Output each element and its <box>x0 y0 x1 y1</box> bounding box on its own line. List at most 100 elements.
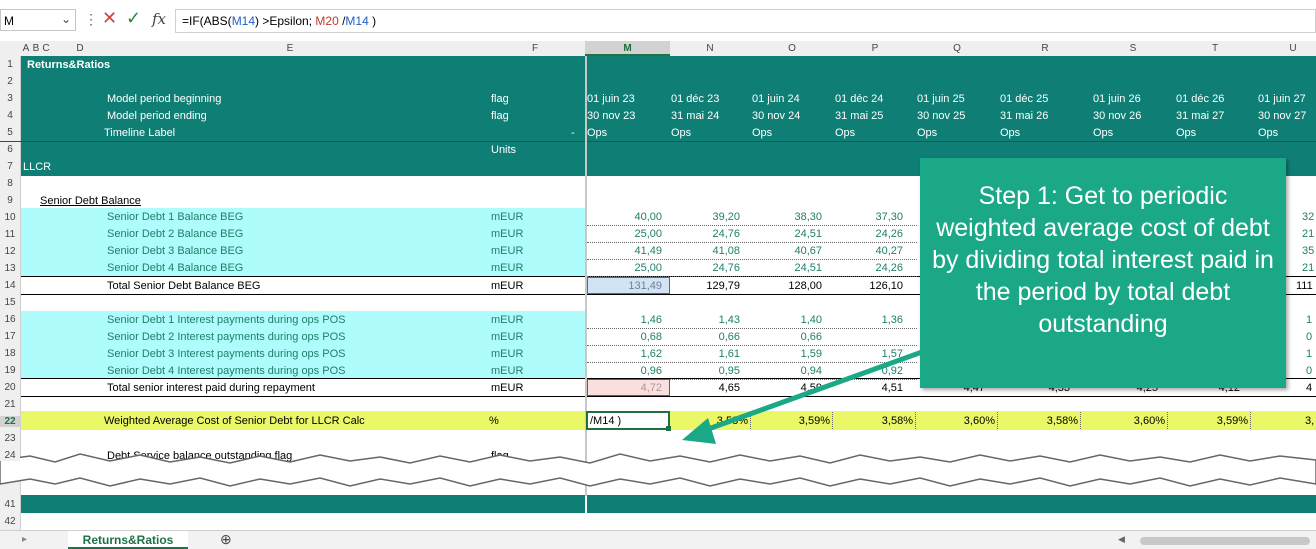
balance-cell[interactable]: 37,30 <box>833 211 903 223</box>
balance-cell[interactable]: 41,08 <box>670 245 740 257</box>
balance-cell-tail[interactable]: 32 <box>1302 211 1314 223</box>
col-header-f[interactable]: F <box>520 43 550 54</box>
interest-cell[interactable]: 1,62 <box>592 348 662 360</box>
col-header-t[interactable]: T <box>1195 43 1235 54</box>
active-cell-m22[interactable]: /M14 ) <box>586 411 670 430</box>
col-header-d[interactable]: D <box>70 43 90 54</box>
row-header[interactable]: 8 <box>0 178 20 189</box>
col-header-n[interactable]: N <box>690 43 730 54</box>
insert-function-icon[interactable]: fx <box>152 10 166 28</box>
formula-ref-m14: M14 <box>231 14 256 28</box>
total-balance-cell[interactable]: 129,79 <box>670 280 740 292</box>
balance-cell[interactable]: 40,27 <box>833 245 903 257</box>
tab-returns-ratios[interactable]: Returns&Ratios <box>68 531 188 549</box>
row-header[interactable]: 10 <box>0 212 20 223</box>
horizontal-scrollbar[interactable] <box>1140 537 1310 545</box>
wacd-tail[interactable]: 3, <box>1305 415 1314 427</box>
row-header[interactable]: 41 <box>0 499 20 510</box>
total-balance-cell[interactable]: 128,00 <box>752 280 822 292</box>
row-header[interactable]: 6 <box>0 144 20 155</box>
period-timeline-7: Ops <box>1176 127 1197 139</box>
interest-cell[interactable]: 1,46 <box>592 314 662 326</box>
row-header[interactable]: 15 <box>0 297 20 308</box>
interest-cell-tail[interactable]: 1 <box>1306 314 1312 326</box>
wacd-cell[interactable]: 3,60% <box>1095 415 1165 427</box>
step-callout: Step 1: Get to periodic weighted average… <box>920 158 1286 388</box>
row-header[interactable]: 5 <box>0 127 20 138</box>
balance-cell[interactable]: 40,00 <box>592 211 662 223</box>
interest-cell[interactable]: 1,43 <box>670 314 740 326</box>
wacd-cell[interactable]: 3,59% <box>1178 415 1248 427</box>
col-header-c[interactable]: C <box>42 43 50 54</box>
balance-cell[interactable]: 39,20 <box>670 211 740 223</box>
enter-icon[interactable]: ✓ <box>126 8 141 29</box>
col-header-q[interactable]: Q <box>937 43 977 54</box>
row-header[interactable]: 12 <box>0 246 20 257</box>
row-header[interactable]: 23 <box>0 433 20 444</box>
row-header[interactable]: 24 <box>0 450 20 461</box>
col-header-a[interactable]: A <box>22 43 30 54</box>
balance-cell-tail[interactable]: 21 <box>1302 262 1314 274</box>
row-header[interactable]: 3 <box>0 93 20 104</box>
col-header-r[interactable]: R <box>1025 43 1065 54</box>
balance-cell[interactable]: 24,51 <box>752 262 822 274</box>
col-header-e[interactable]: E <box>270 43 310 54</box>
interest-cell[interactable]: 1,40 <box>752 314 822 326</box>
row-header[interactable]: 21 <box>0 399 20 410</box>
scroll-left-icon[interactable]: ◀ <box>1118 534 1125 545</box>
col-header-b[interactable]: B <box>32 43 40 54</box>
col-header-m[interactable]: M <box>600 43 655 54</box>
balance-cell[interactable]: 24,76 <box>670 228 740 240</box>
row-header[interactable]: 19 <box>0 365 20 376</box>
row-header[interactable]: 14 <box>0 280 20 291</box>
formula-input[interactable]: =IF(ABS(M14) >Epsilon; M20 /M14 ) <box>175 9 1316 33</box>
balance-cell-tail[interactable]: 21 <box>1302 228 1314 240</box>
total-interest-tail[interactable]: 4 <box>1306 382 1312 394</box>
col-header-o[interactable]: O <box>772 43 812 54</box>
units-header: Units <box>491 144 517 156</box>
wacd-cell[interactable]: 3,58% <box>1008 415 1078 427</box>
add-sheet-icon[interactable]: ⊕ <box>220 531 232 548</box>
row-header[interactable]: 2 <box>0 76 20 87</box>
row-header[interactable]: 4 <box>0 110 20 121</box>
row-header[interactable]: 9 <box>0 195 20 206</box>
cancel-icon[interactable]: ✕ <box>102 8 117 29</box>
row-header[interactable]: 20 <box>0 382 20 393</box>
interest-cell[interactable]: 0,96 <box>592 365 662 377</box>
balance-row-label: Senior Debt 4 Balance BEG <box>107 262 244 274</box>
total-balance-unit: mEUR <box>491 280 524 292</box>
row-header[interactable]: 16 <box>0 314 20 325</box>
balance-cell[interactable]: 38,30 <box>752 211 822 223</box>
balance-cell-tail[interactable]: 35 <box>1302 245 1314 257</box>
col-header-s[interactable]: S <box>1113 43 1153 54</box>
name-box[interactable]: M ⌄ <box>0 9 76 31</box>
col-header-u[interactable]: U <box>1278 43 1308 54</box>
row-header[interactable]: 18 <box>0 348 20 359</box>
scroll-tabs-icon[interactable]: ▸ <box>22 534 27 545</box>
balance-cell[interactable]: 24,26 <box>833 228 903 240</box>
interest-cell-tail[interactable]: 0 <box>1306 331 1312 343</box>
row-header[interactable]: 17 <box>0 331 20 342</box>
balance-cell[interactable]: 25,00 <box>592 228 662 240</box>
row-header[interactable]: 42 <box>0 516 20 527</box>
row-header[interactable]: 7 <box>0 161 20 172</box>
balance-cell[interactable]: 24,26 <box>833 262 903 274</box>
chevron-down-icon[interactable]: ⌄ <box>61 12 71 26</box>
row-header[interactable]: 13 <box>0 263 20 274</box>
total-balance-tail[interactable]: 111 <box>1296 280 1313 292</box>
balance-cell[interactable]: 40,67 <box>752 245 822 257</box>
row-header[interactable]: 1 <box>0 59 20 70</box>
total-balance-cell[interactable]: 126,10 <box>833 280 903 292</box>
balance-cell[interactable]: 24,76 <box>670 262 740 274</box>
interest-cell-tail[interactable]: 1 <box>1306 348 1312 360</box>
row-header[interactable]: 11 <box>0 229 20 240</box>
balance-cell[interactable]: 24,51 <box>752 228 822 240</box>
balance-cell[interactable]: 41,49 <box>592 245 662 257</box>
interest-cell-tail[interactable]: 0 <box>1306 365 1312 377</box>
interest-cell[interactable]: 1,36 <box>833 314 903 326</box>
more-options-icon[interactable]: ⋮ <box>84 11 98 28</box>
row-header[interactable]: 22 <box>0 416 20 427</box>
col-header-p[interactable]: P <box>855 43 895 54</box>
balance-cell[interactable]: 25,00 <box>592 262 662 274</box>
interest-cell[interactable]: 0,68 <box>592 331 662 343</box>
